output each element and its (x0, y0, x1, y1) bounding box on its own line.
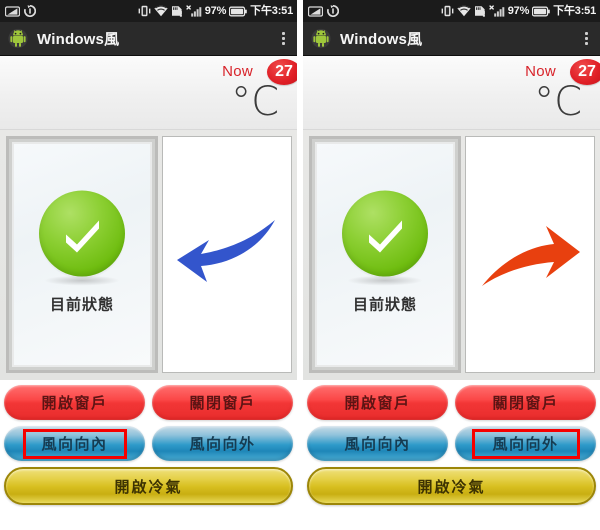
overflow-dot (282, 42, 285, 45)
turn-on-ac-button[interactable]: 開啟冷氣 (307, 467, 596, 505)
window-buttons-row: 開啟窗戶 關閉窗戶 (307, 385, 596, 420)
overflow-menu-icon[interactable] (276, 28, 291, 49)
wind-buttons-row: 風向向內 風向向外 (4, 426, 293, 461)
close-window-label: 關閉窗戶 (492, 395, 559, 412)
vibrate-icon (138, 5, 151, 17)
wind-inward-button[interactable]: 風向向內 (4, 426, 145, 461)
sim-card-icon (5, 5, 20, 17)
status-bar-right-icons: 97% 下午3:51 (441, 5, 596, 17)
wind-outward-label: 風向向外 (492, 436, 559, 453)
control-buttons: 開啟窗戶 關閉窗戶 風向向內 風向向外 開啟冷氣 (0, 380, 297, 511)
open-window-label: 開啟窗戶 (41, 395, 108, 412)
overflow-dot (585, 32, 588, 35)
green-check-circle-icon (342, 190, 428, 277)
airflow-arrow-holder (466, 216, 594, 294)
close-window-button[interactable]: 關閉窗戶 (152, 385, 293, 420)
curved-arrow-left-icon (177, 219, 275, 282)
window-buttons-row: 開啟窗戶 關閉窗戶 (4, 385, 293, 420)
weather-strip: Now 27 °C (303, 56, 600, 130)
overflow-menu-icon[interactable] (579, 28, 594, 49)
overflow-dot (282, 37, 285, 40)
clock-label: 下午3:51 (250, 4, 293, 17)
status-block: 目前狀態 (317, 190, 453, 314)
curved-arrow-right-icon (482, 225, 580, 286)
airflow-arrow-holder (163, 216, 291, 294)
wind-buttons-row: 風向向內 風向向外 (307, 426, 596, 461)
sim-card-icon (308, 5, 323, 17)
ac-button-row: 開啟冷氣 (307, 467, 596, 505)
status-bar: 97% 下午3:51 (303, 0, 600, 22)
temperature-unit-label: °C (534, 79, 582, 125)
open-window-button[interactable]: 開啟窗戶 (4, 385, 145, 420)
wind-outward-label: 風向向外 (189, 436, 256, 453)
battery-percent-label: 97% (204, 4, 227, 17)
wind-inward-label: 風向向內 (41, 436, 108, 453)
now-label: Now (222, 63, 253, 80)
screenshot-right: 97% 下午3:51 Windows風 Now 27 °C 目前狀態 開啟窗戶 … (303, 0, 600, 530)
battery-percent-label: 97% (507, 4, 530, 17)
window-pane-status-glass: 目前狀態 (315, 142, 455, 367)
window-pane-airflow (162, 136, 292, 373)
wifi-icon (457, 5, 471, 17)
turn-on-ac-label: 開啟冷氣 (417, 478, 486, 496)
screenshot-left: 97% 下午3:51 Windows風 Now 27 °C 目前狀態 開啟窗戶 … (0, 0, 297, 530)
sync-icon (327, 5, 339, 17)
sync-icon (24, 5, 36, 17)
weather-strip: Now 27 °C (0, 56, 297, 130)
ac-button-row: 開啟冷氣 (4, 467, 293, 505)
app-title: Windows風 (340, 31, 423, 48)
wind-inward-button[interactable]: 風向向內 (307, 426, 448, 461)
temperature-unit-label: °C (231, 79, 279, 125)
turn-on-ac-label: 開啟冷氣 (114, 478, 183, 496)
overflow-dot (282, 32, 285, 35)
turn-on-ac-button[interactable]: 開啟冷氣 (4, 467, 293, 505)
wind-outward-button[interactable]: 風向向外 (455, 426, 596, 461)
window-illustration: 目前狀態 (0, 130, 297, 380)
window-pane-status: 目前狀態 (6, 136, 158, 373)
checkmark-icon (369, 220, 402, 253)
wind-outward-button[interactable]: 風向向外 (152, 426, 293, 461)
android-robot-icon (8, 28, 28, 49)
signal-bars-no-service-icon (488, 5, 505, 17)
status-label: 目前狀態 (49, 296, 114, 314)
sdcard-alert-icon (474, 6, 485, 17)
battery-full-icon (229, 6, 247, 16)
status-block: 目前狀態 (14, 190, 150, 314)
action-bar: Windows風 (303, 22, 600, 56)
green-check-circle-icon (39, 190, 125, 277)
status-bar-left-icons (308, 5, 339, 17)
open-window-label: 開啟窗戶 (344, 395, 411, 412)
action-bar: Windows風 (0, 22, 297, 56)
close-window-label: 關閉窗戶 (189, 395, 256, 412)
dual-screenshot-stage: 97% 下午3:51 Windows風 Now 27 °C 目前狀態 開啟窗戶 … (0, 0, 600, 530)
sdcard-alert-icon (171, 6, 182, 17)
window-illustration: 目前狀態 (303, 130, 600, 380)
control-buttons: 開啟窗戶 關閉窗戶 風向向內 風向向外 開啟冷氣 (303, 380, 600, 511)
overflow-dot (585, 42, 588, 45)
close-window-button[interactable]: 關閉窗戶 (455, 385, 596, 420)
overflow-dot (585, 37, 588, 40)
wind-inward-label: 風向向內 (344, 436, 411, 453)
open-window-button[interactable]: 開啟窗戶 (307, 385, 448, 420)
status-bar-left-icons (5, 5, 36, 17)
now-label: Now (525, 63, 556, 80)
window-pane-status-glass: 目前狀態 (12, 142, 152, 367)
window-pane-status: 目前狀態 (309, 136, 461, 373)
app-title: Windows風 (37, 31, 120, 48)
window-pane-airflow (465, 136, 595, 373)
status-label: 目前狀態 (352, 296, 417, 314)
battery-full-icon (532, 6, 550, 16)
status-bar-right-icons: 97% 下午3:51 (138, 5, 293, 17)
status-bar: 97% 下午3:51 (0, 0, 297, 22)
signal-bars-no-service-icon (185, 5, 202, 17)
clock-label: 下午3:51 (553, 4, 596, 17)
checkmark-icon (66, 220, 99, 253)
android-robot-icon (311, 28, 331, 49)
wifi-icon (154, 5, 168, 17)
vibrate-icon (441, 5, 454, 17)
